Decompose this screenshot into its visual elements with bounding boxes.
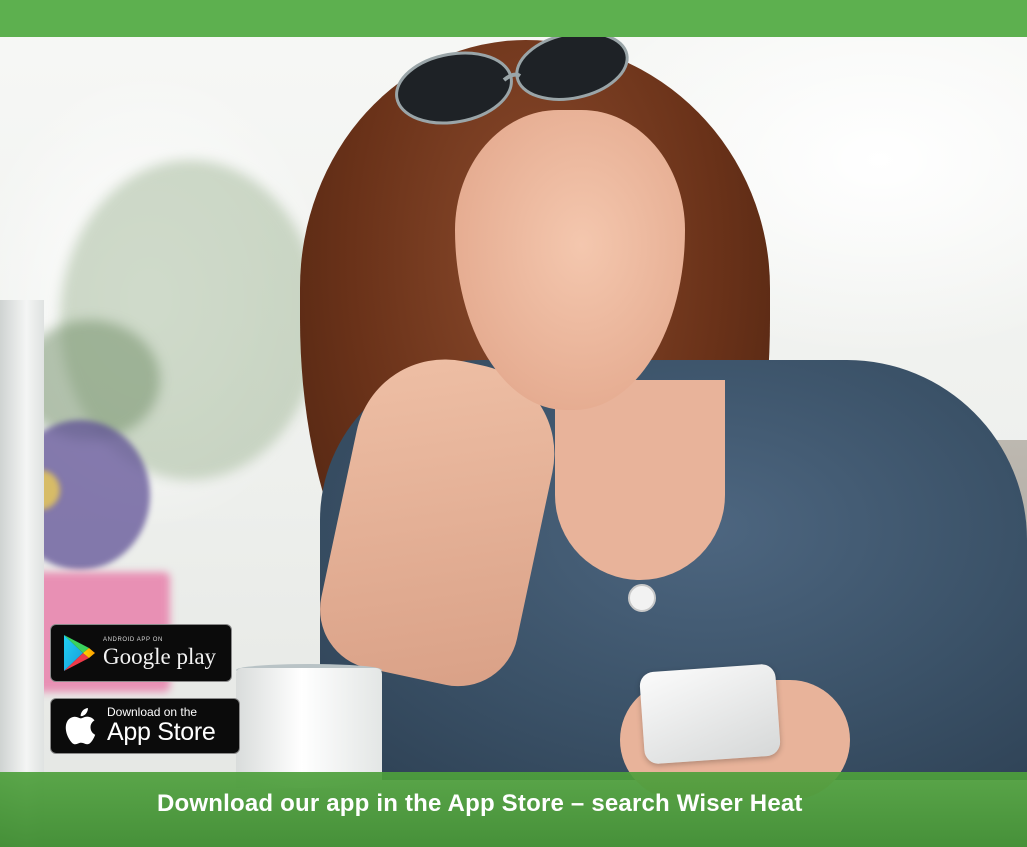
woman-neck (555, 380, 725, 580)
google-play-icon (64, 635, 95, 671)
coffee-mug (236, 668, 382, 788)
necklace-pendant (628, 584, 656, 612)
smartphone (638, 663, 782, 765)
window-frame (0, 300, 44, 847)
top-green-band (0, 0, 1027, 37)
google-play-badge[interactable]: ANDROID APP ON Google play (50, 624, 232, 682)
app-store-label: App Store (107, 718, 216, 746)
download-banner-text: Download our app in the App Store – sear… (157, 790, 803, 817)
apple-icon (65, 708, 96, 745)
google-play-label: Google play (103, 644, 217, 669)
app-store-badge[interactable]: Download on the App Store (50, 698, 240, 754)
google-play-small-label: ANDROID APP ON (103, 637, 163, 643)
